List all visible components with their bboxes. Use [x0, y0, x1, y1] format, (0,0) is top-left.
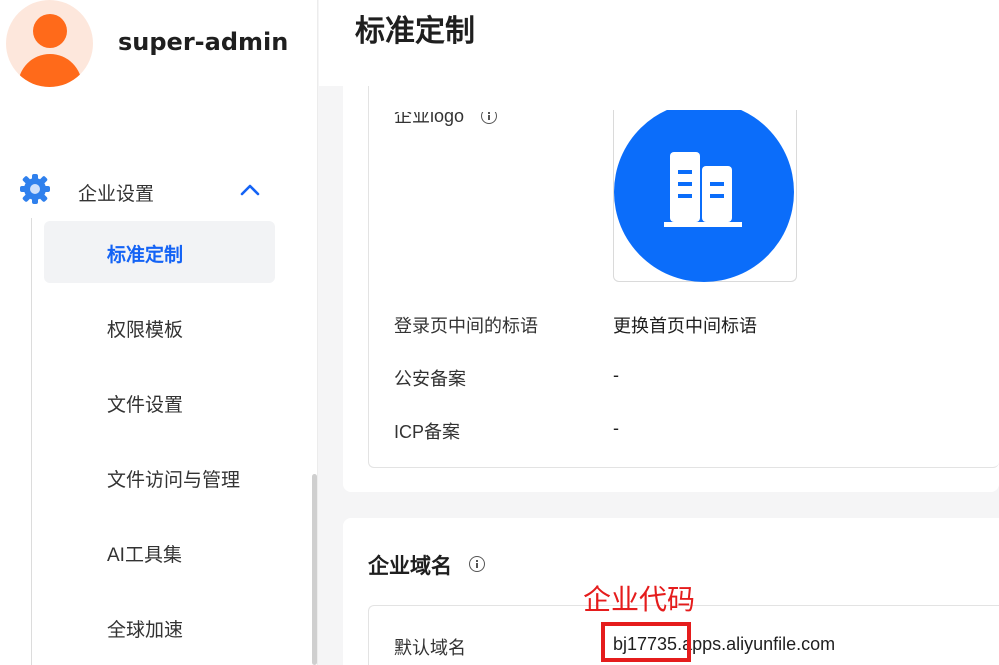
sidebar-item-ai-tools[interactable]: AI工具集	[44, 521, 275, 583]
page-header: 标准定制	[319, 0, 999, 86]
sidebar-item-file-settings[interactable]: 文件设置	[44, 371, 275, 433]
sidebar-item-file-access[interactable]: 文件访问与管理	[44, 446, 275, 508]
icp-record-value: -	[613, 418, 619, 438]
gear-icon	[20, 174, 50, 204]
default-domain-label: 默认域名	[394, 638, 466, 658]
sidebar-group-label: 企业设置	[78, 184, 155, 205]
sidebar-item-label: 标准定制	[107, 245, 184, 266]
avatar-head	[33, 14, 67, 48]
icp-record-label: ICP备案	[394, 422, 461, 442]
annotation-label: 企业代码	[583, 584, 696, 615]
sidebar: super-admin 企业设置 标准定制 权限模板 文件设置 文件访问与管理 …	[0, 0, 318, 665]
domain-suffix: .apps.aliyunfile.com	[677, 634, 836, 654]
sidebar-item-standard-custom[interactable]: 标准定制	[44, 221, 275, 283]
avatar[interactable]	[6, 0, 93, 87]
page-title: 标准定制	[355, 15, 475, 48]
sidebar-scrollbar[interactable]	[312, 474, 317, 665]
sidebar-item-label: 文件访问与管理	[107, 470, 241, 491]
tree-line	[31, 218, 32, 665]
sidebar-item-label: 权限模板	[107, 320, 184, 341]
annotation-highlight-box	[601, 622, 691, 662]
sidebar-item-global-acceleration[interactable]: 全球加速	[44, 596, 275, 658]
slogan-value[interactable]: 更换首页中间标语	[613, 312, 757, 338]
sidebar-group-enterprise-settings[interactable]: 企业设置	[0, 166, 300, 214]
police-record-value: -	[613, 365, 619, 385]
info-icon[interactable]	[469, 556, 485, 572]
chevron-up-icon[interactable]	[238, 178, 262, 202]
building-icon	[664, 152, 742, 227]
domain-section-title: 企业域名	[368, 555, 452, 578]
sidebar-item-label: 文件设置	[107, 395, 184, 416]
sidebar-item-label: 全球加速	[107, 620, 184, 641]
avatar-body	[18, 54, 82, 87]
sidebar-item-permission-template[interactable]: 权限模板	[44, 296, 275, 358]
username: super-admin	[118, 28, 289, 56]
sidebar-item-label: AI工具集	[107, 545, 182, 566]
slogan-label: 登录页中间的标语	[394, 316, 538, 336]
police-record-label: 公安备案	[394, 369, 466, 389]
